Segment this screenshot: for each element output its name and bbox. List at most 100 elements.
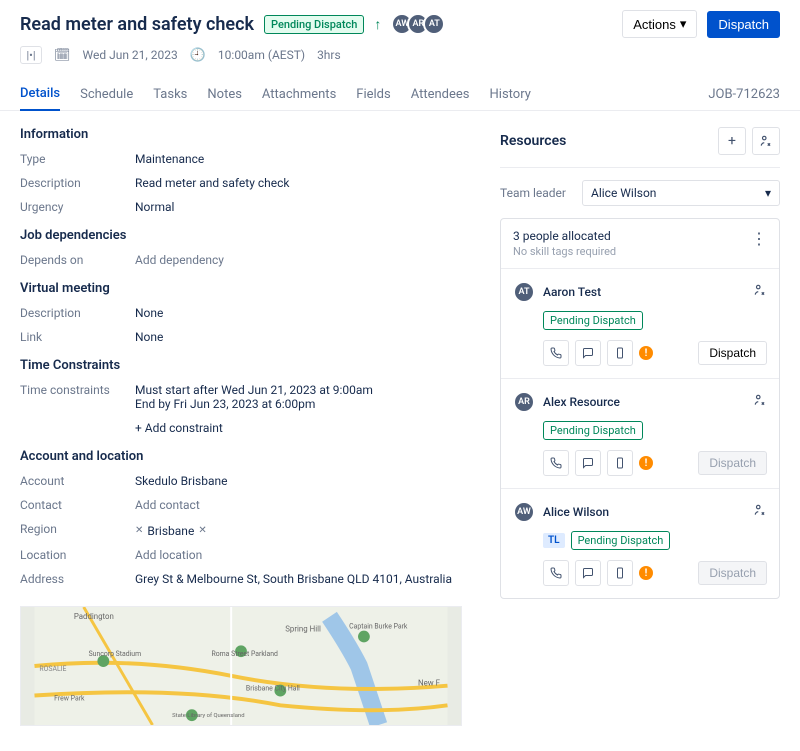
- message-button[interactable]: [575, 450, 601, 476]
- tab-fields[interactable]: Fields: [356, 79, 390, 110]
- region-remove-icon[interactable]: ✕: [135, 525, 143, 536]
- map-label: Suncorp Stadium: [89, 650, 142, 658]
- constraint-line: End by Fri Jun 23, 2023 at 6:00pm: [135, 397, 462, 411]
- actions-button[interactable]: Actions▾: [622, 10, 697, 38]
- clock-icon: 🕘: [190, 48, 206, 63]
- tab-history[interactable]: History: [490, 79, 531, 110]
- constraint-line: Must start after Wed Jun 21, 2023 at 9:0…: [135, 383, 462, 397]
- add-contact[interactable]: Add contact: [135, 498, 462, 512]
- job-id: JOB-712623: [708, 79, 780, 110]
- resource-person: AW Alice Wilson TL Pending Dispatch ! Di…: [501, 488, 779, 598]
- team-leader-value: Alice Wilson: [591, 186, 656, 200]
- label-location: Location: [20, 548, 135, 562]
- dispatch-person-button[interactable]: Dispatch: [698, 341, 767, 365]
- person-name: Aaron Test: [543, 285, 745, 299]
- mobile-button[interactable]: [607, 560, 633, 586]
- value-description: Read meter and safety check: [135, 176, 462, 190]
- resources-box: 3 people allocated No skill tags require…: [500, 218, 780, 599]
- value-urgency: Normal: [135, 200, 462, 214]
- unassign-all-button[interactable]: [752, 127, 780, 155]
- mobile-button[interactable]: [607, 450, 633, 476]
- allocated-count: 3 people allocated: [513, 229, 751, 243]
- person-status-badge: Pending Dispatch: [543, 311, 643, 330]
- call-button[interactable]: [543, 450, 569, 476]
- message-button[interactable]: [575, 560, 601, 586]
- call-button[interactable]: [543, 560, 569, 586]
- map[interactable]: Paddington Spring Hill Captain Burke Par…: [20, 606, 462, 726]
- resource-person: AR Alex Resource Pending Dispatch ! Disp…: [501, 378, 779, 488]
- add-constraint[interactable]: + Add constraint: [135, 421, 462, 435]
- chevron-down-icon: ▾: [765, 186, 771, 200]
- team-leader-select[interactable]: Alice Wilson ▾: [582, 180, 780, 206]
- tab-schedule[interactable]: Schedule: [80, 79, 133, 110]
- warning-icon[interactable]: !: [639, 456, 653, 470]
- map-label: Captain Burke Park: [349, 622, 408, 630]
- unassign-person-button[interactable]: [753, 393, 767, 411]
- tab-details[interactable]: Details: [20, 78, 60, 111]
- page-title: Read meter and safety check: [20, 14, 254, 35]
- mobile-button[interactable]: [607, 340, 633, 366]
- add-resource-button[interactable]: +: [718, 127, 746, 155]
- label-address: Address: [20, 572, 135, 586]
- tab-notes[interactable]: Notes: [207, 79, 242, 110]
- warning-icon[interactable]: !: [639, 346, 653, 360]
- add-dependency[interactable]: Add dependency: [135, 253, 462, 267]
- tab-attachments[interactable]: Attachments: [262, 79, 336, 110]
- region-name: Brisbane: [147, 524, 194, 538]
- team-leader-badge: TL: [543, 533, 565, 548]
- region-remove-icon[interactable]: ✕: [198, 525, 206, 536]
- call-button[interactable]: [543, 340, 569, 366]
- tab-attendees[interactable]: Attendees: [411, 79, 470, 110]
- value-vm-description: None: [135, 306, 462, 320]
- dispatch-person-button: Dispatch: [698, 561, 767, 585]
- person-status-badge: Pending Dispatch: [543, 421, 643, 440]
- map-label: Paddington: [74, 611, 114, 620]
- label-account: Account: [20, 474, 135, 488]
- team-leader-label: Team leader: [500, 186, 572, 200]
- dispatch-button[interactable]: Dispatch: [707, 11, 780, 38]
- chevron-down-icon: ▾: [680, 16, 687, 32]
- label-vm-link: Link: [20, 330, 135, 344]
- job-time: 10:00am (AEST): [218, 48, 305, 62]
- resource-person: AT Aaron Test Pending Dispatch ! Dispatc…: [501, 268, 779, 378]
- person-status-badge: Pending Dispatch: [571, 531, 671, 550]
- section-information: Information: [20, 127, 462, 142]
- map-label: New F: [418, 678, 441, 687]
- unassign-person-button[interactable]: [753, 283, 767, 301]
- value-account: Skedulo Brisbane: [135, 474, 462, 488]
- tabs: Details Schedule Tasks Notes Attachments…: [0, 78, 800, 111]
- message-button[interactable]: [575, 340, 601, 366]
- tab-tasks[interactable]: Tasks: [153, 79, 187, 110]
- map-label: ROSALIE: [39, 664, 66, 672]
- value-address: Grey St & Melbourne St, South Brisbane Q…: [135, 572, 462, 586]
- avatar: AW: [513, 501, 535, 523]
- job-type-icon[interactable]: |•|: [20, 46, 42, 64]
- map-label: Spring Hill: [285, 624, 321, 633]
- label-vm-description: Description: [20, 306, 135, 320]
- map-label: Brisbane City Hall: [246, 684, 300, 692]
- resources-title: Resources: [500, 133, 718, 149]
- label-type: Type: [20, 152, 135, 166]
- status-badge: Pending Dispatch: [264, 15, 364, 34]
- add-location[interactable]: Add location: [135, 548, 462, 562]
- label-contact: Contact: [20, 498, 135, 512]
- map-label: Roma Street Parkland: [212, 650, 279, 658]
- job-date: Wed Jun 21, 2023: [83, 48, 178, 62]
- label-time-constraints: Time constraints: [20, 383, 135, 435]
- value-region: ✕ Brisbane ✕: [135, 522, 462, 538]
- avatar-stack[interactable]: AW AR AT: [391, 13, 445, 35]
- value-time-constraints: Must start after Wed Jun 21, 2023 at 9:0…: [135, 383, 462, 435]
- section-time-constraints: Time Constraints: [20, 358, 462, 373]
- avatar[interactable]: AT: [423, 13, 445, 35]
- section-account-location: Account and location: [20, 449, 462, 464]
- warning-icon[interactable]: !: [639, 566, 653, 580]
- value-type: Maintenance: [135, 152, 462, 166]
- unassign-person-button[interactable]: [753, 503, 767, 521]
- map-label: Frew Park: [54, 694, 85, 702]
- resources-menu-button[interactable]: ⋮: [751, 229, 767, 248]
- section-dependencies: Job dependencies: [20, 228, 462, 243]
- arrow-up-icon: ↑: [374, 16, 381, 33]
- label-region: Region: [20, 522, 135, 538]
- skill-tags: No skill tags required: [513, 245, 751, 258]
- person-name: Alice Wilson: [543, 505, 745, 519]
